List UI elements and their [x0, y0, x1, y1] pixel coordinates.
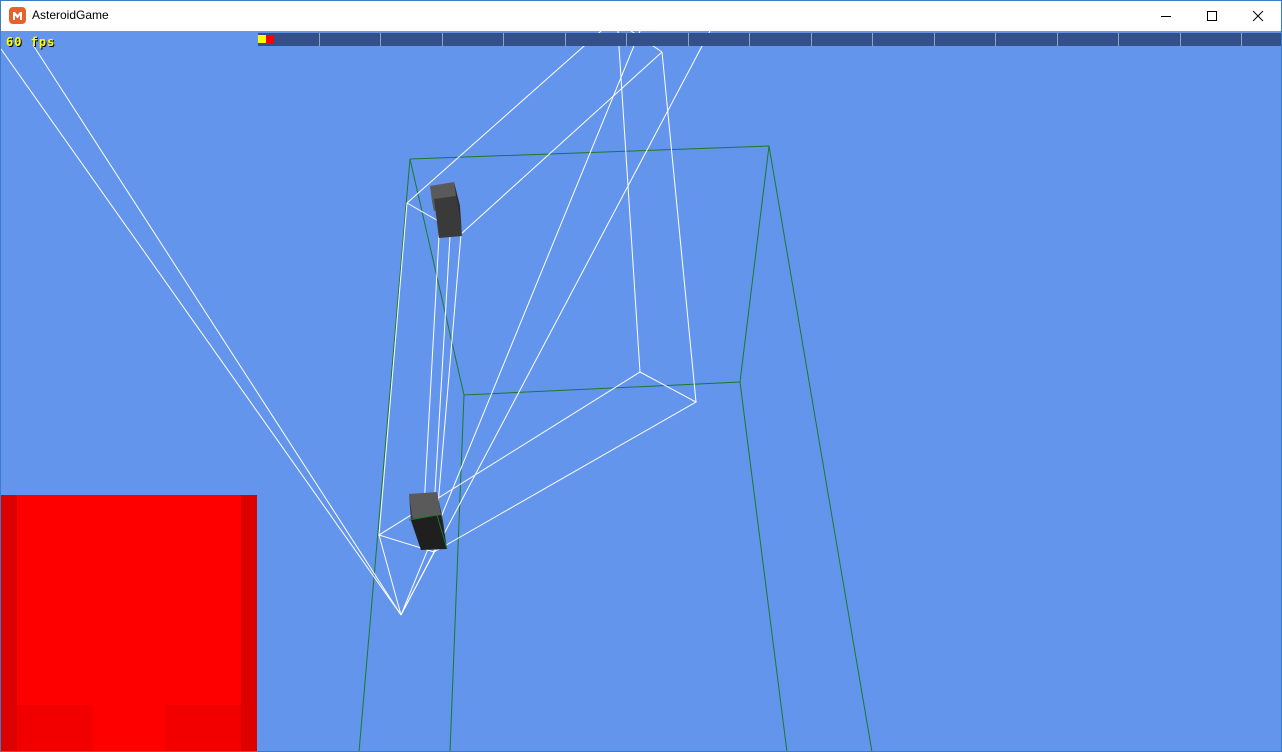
timeline-marker-update [258, 35, 266, 43]
timeline-marker-draw [266, 35, 274, 43]
timeline-tick [749, 33, 750, 46]
minimize-icon [1161, 16, 1171, 17]
timeline-tick [872, 33, 873, 46]
maximize-icon [1207, 11, 1217, 21]
bounding-box-wireframe [358, 145, 873, 751]
title-bar[interactable]: AsteroidGame [1, 1, 1281, 31]
timeline-tick [503, 33, 504, 46]
timeline-tick [811, 33, 812, 46]
maximize-button[interactable] [1189, 1, 1235, 31]
timeline-tick [1180, 33, 1181, 46]
window-title: AsteroidGame [32, 8, 109, 22]
monogame-logo-icon [9, 7, 26, 24]
timeline-tick [565, 33, 566, 46]
close-icon [1252, 10, 1264, 22]
minimize-button[interactable] [1143, 1, 1189, 31]
timeline-tick [934, 33, 935, 46]
timeline-tick [688, 33, 689, 46]
timeline-tick [1057, 33, 1058, 46]
timeline-tick [995, 33, 996, 46]
close-button[interactable] [1235, 1, 1281, 31]
game-window: AsteroidGame 60 fps [0, 0, 1282, 752]
performance-timeline-bar [258, 33, 1281, 46]
timeline-tick [319, 33, 320, 46]
timeline-tick [1241, 33, 1242, 46]
game-viewport[interactable]: 60 fps [1, 31, 1281, 751]
lower-cube [408, 492, 448, 550]
upper-cube [430, 182, 462, 238]
timeline-tick [1118, 33, 1119, 46]
timeline-tick [626, 33, 627, 46]
fps-counter: 60 fps [6, 35, 56, 49]
timeline-tick [442, 33, 443, 46]
render-target-preview [1, 495, 257, 751]
timeline-tick [380, 33, 381, 46]
